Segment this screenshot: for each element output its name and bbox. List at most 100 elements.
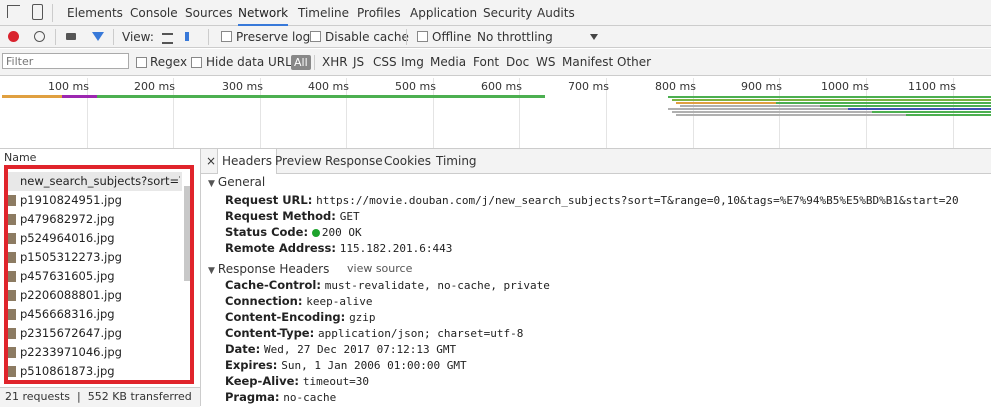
request-bar [872, 111, 991, 113]
timeline-overview[interactable]: 100 ms 200 ms 300 ms 400 ms 500 ms 600 m… [0, 76, 991, 149]
header-row: Cache-Control: must-revalidate, no-cache… [225, 278, 550, 292]
tab-audits[interactable]: Audits [537, 0, 575, 26]
inspect-element-icon[interactable] [7, 5, 20, 18]
general-section-title: General [217, 175, 266, 189]
tab-elements[interactable]: Elements [67, 0, 123, 26]
column-header-name[interactable]: Name [4, 151, 36, 164]
filter-all-button[interactable]: All [291, 55, 311, 70]
disable-cache-label: Disable cache [325, 30, 409, 44]
header-row: Content-Encoding: gzip [225, 310, 376, 324]
preserve-log-label: Preserve log [236, 30, 311, 44]
tab-cookies[interactable]: Cookies [384, 149, 431, 173]
request-bar [680, 105, 820, 107]
tab-sources[interactable]: Sources [185, 0, 232, 26]
filter-type-ws[interactable]: WS [536, 49, 555, 76]
hide-data-urls-checkbox[interactable] [191, 57, 202, 68]
chevron-down-icon[interactable] [590, 34, 598, 40]
tab-profiles[interactable]: Profiles [357, 0, 401, 26]
tick-label: 500 ms [395, 80, 436, 93]
request-bar [906, 114, 991, 116]
tick-label: 800 ms [655, 80, 696, 93]
tab-console[interactable]: Console [130, 0, 178, 26]
header-row: Status Code: 200 OK [225, 225, 362, 239]
request-bar [848, 108, 991, 110]
highlight-box [4, 165, 194, 384]
close-icon[interactable]: × [206, 149, 216, 173]
disable-cache-checkbox[interactable] [310, 31, 321, 42]
throttling-select[interactable]: No throttling [477, 26, 553, 48]
filter-icon[interactable] [92, 32, 104, 41]
tab-application[interactable]: Application [410, 0, 477, 26]
tick-label: 200 ms [134, 80, 175, 93]
network-status-bar: 21 requests | 552 KB transferred [0, 387, 200, 407]
header-row: Connection: keep-alive [225, 294, 373, 308]
tick-label: 900 ms [741, 80, 782, 93]
response-headers-toggle[interactable]: ▼ Response Headers [208, 262, 329, 276]
clear-icon[interactable] [34, 31, 45, 42]
waterfall-icon[interactable] [185, 32, 201, 41]
status-ok-icon [311, 228, 320, 237]
request-bar [676, 102, 776, 104]
tick-label: 1000 ms [821, 80, 869, 93]
tick-label: 400 ms [308, 80, 349, 93]
tab-security[interactable]: Security [483, 0, 532, 26]
triangle-down-icon: ▼ [208, 179, 215, 189]
filter-bar: Regex Hide data URLs All XHR JS CSS Img … [0, 49, 991, 76]
large-rows-icon[interactable] [162, 33, 173, 44]
request-bar [668, 96, 991, 98]
general-section-toggle[interactable]: ▼ General [208, 175, 265, 189]
details-tabbar: × Headers Preview Response Cookies Timin… [201, 149, 991, 174]
request-bar [672, 99, 991, 101]
view-label: View: [122, 30, 154, 44]
filter-input[interactable] [2, 53, 129, 69]
tab-response[interactable]: Response [325, 149, 383, 173]
record-icon[interactable] [8, 31, 19, 42]
filter-type-manifest[interactable]: Manifest [562, 49, 613, 76]
tab-timeline[interactable]: Timeline [298, 0, 349, 26]
tick-label: 600 ms [481, 80, 522, 93]
regex-label: Regex [150, 55, 188, 69]
filter-type-img[interactable]: Img [401, 49, 424, 76]
offline-checkbox[interactable] [417, 31, 428, 42]
header-row: Content-Type: application/json; charset=… [225, 326, 524, 340]
filter-type-media[interactable]: Media [430, 49, 466, 76]
devtools-tabbar: Elements Console Sources Network Timelin… [0, 0, 991, 26]
tab-headers[interactable]: Headers [217, 149, 277, 174]
request-details-panel: × Headers Preview Response Cookies Timin… [200, 149, 991, 406]
header-row: Expires: Sun, 1 Jan 2006 01:00:00 GMT [225, 358, 467, 372]
response-headers-title: Response Headers [217, 262, 330, 276]
request-bar [820, 105, 991, 107]
preserve-log-checkbox[interactable] [221, 31, 232, 42]
tick-label: 1100 ms [908, 80, 956, 93]
header-row: Request URL: https://movie.douban.com/j/… [225, 193, 959, 207]
hide-data-urls-label: Hide data URLs [206, 55, 299, 69]
view-source-link[interactable]: view source [347, 262, 412, 275]
header-row: Pragma: no-cache [225, 390, 337, 404]
request-bar [776, 102, 991, 104]
tick-label: 100 ms [48, 80, 89, 93]
header-row: Date: Wed, 27 Dec 2017 07:12:13 GMT [225, 342, 457, 356]
capture-screenshots-icon[interactable] [66, 33, 76, 40]
tab-timing[interactable]: Timing [436, 149, 477, 173]
header-row: Request Method: GET [225, 209, 360, 223]
request-summary: 21 requests | 552 KB transferred [5, 390, 192, 403]
filter-type-doc[interactable]: Doc [506, 49, 529, 76]
filter-type-font[interactable]: Font [473, 49, 499, 76]
device-toolbar-icon[interactable] [32, 4, 43, 20]
filter-type-xhr[interactable]: XHR [322, 49, 348, 76]
header-row: Keep-Alive: timeout=30 [225, 374, 370, 388]
tab-network[interactable]: Network [238, 0, 289, 26]
triangle-down-icon: ▼ [208, 266, 215, 276]
regex-checkbox[interactable] [136, 57, 147, 68]
tick-label: 700 ms [568, 80, 609, 93]
request-bar [62, 95, 97, 98]
network-toolbar: View: Preserve log Disable cache Offline… [0, 26, 991, 48]
tab-preview[interactable]: Preview [275, 149, 322, 173]
request-bar [668, 108, 848, 110]
offline-label: Offline [432, 30, 472, 44]
filter-type-js[interactable]: JS [353, 49, 364, 76]
filter-type-other[interactable]: Other [617, 49, 651, 76]
request-bar [97, 95, 545, 98]
filter-type-css[interactable]: CSS [373, 49, 397, 76]
request-bar [672, 111, 872, 113]
